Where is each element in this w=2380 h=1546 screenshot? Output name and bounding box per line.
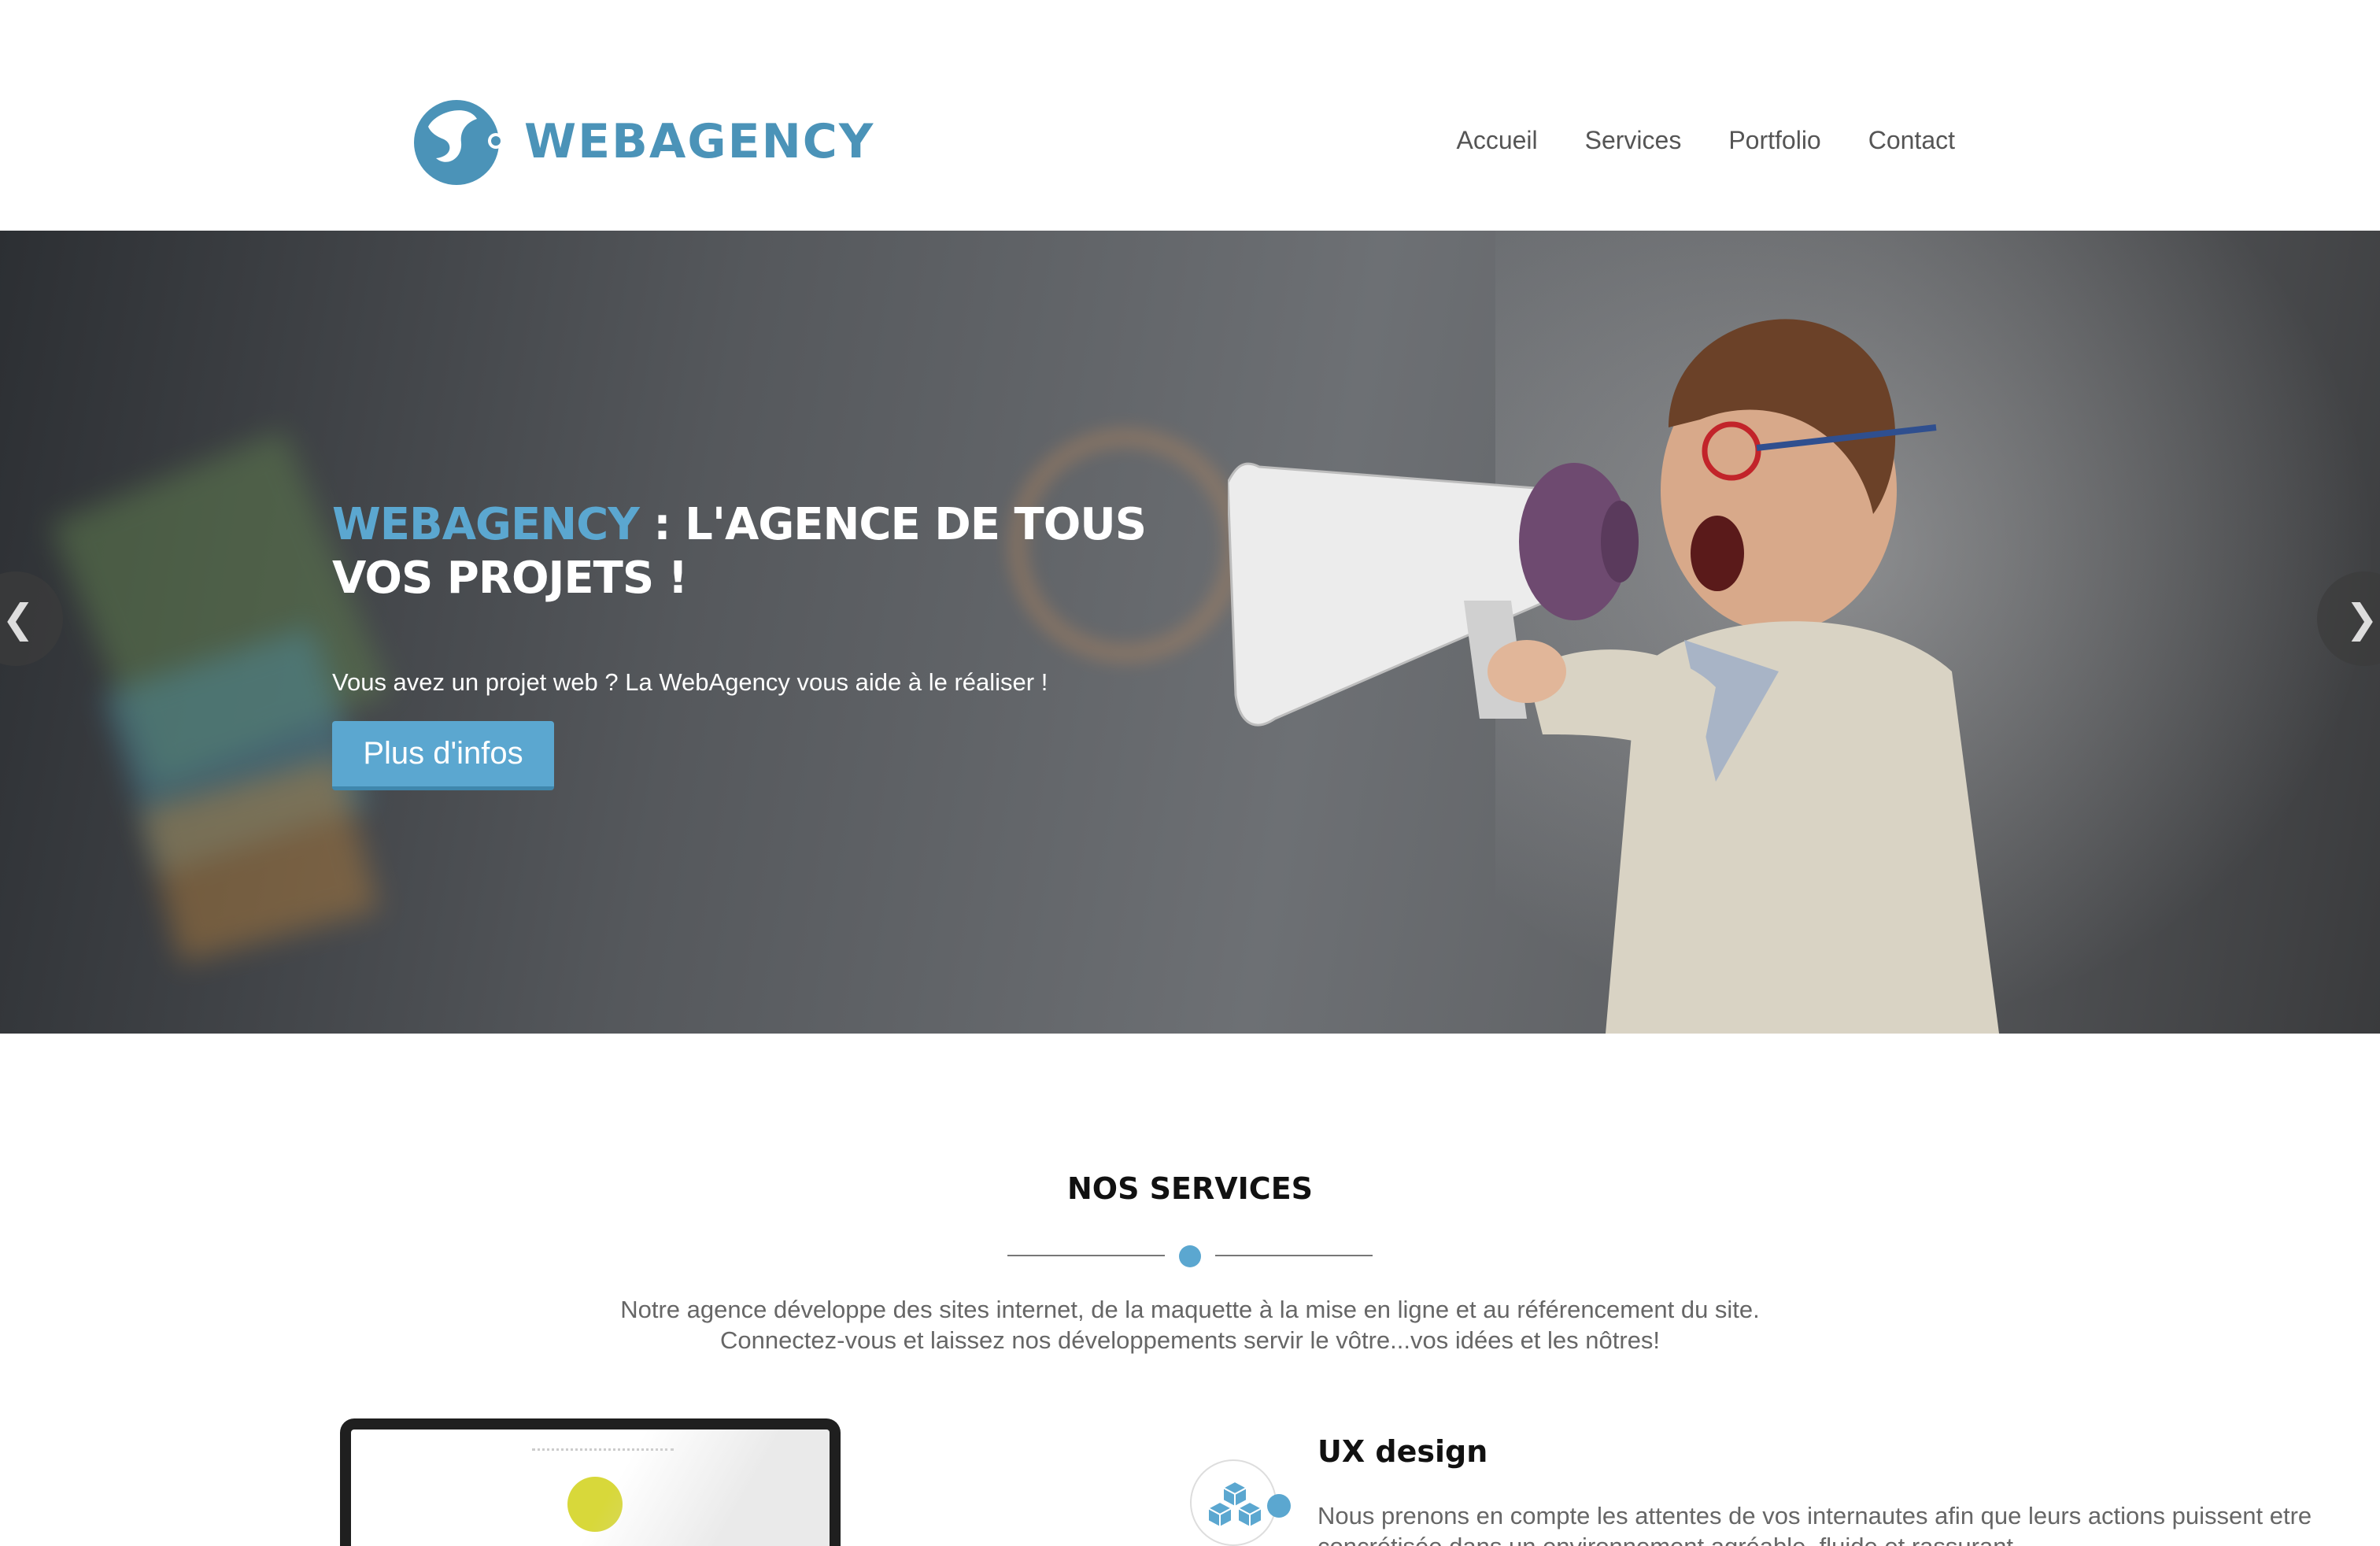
hero-slider: WEBAGENCY : L'AGENCE DE TOUS VOS PROJETS… <box>0 231 2380 1034</box>
nav-services[interactable]: Services <box>1585 126 1682 155</box>
nav-portfolio[interactable]: Portfolio <box>1728 126 1820 155</box>
slider-prev-button[interactable]: ❮ <box>0 571 63 666</box>
ux-design-text: Nous prenons en compte les attentes de v… <box>1318 1502 2312 1546</box>
chevron-right-icon: ❯ <box>2345 597 2378 641</box>
services-desc-line: Notre agence développe des sites interne… <box>620 1296 1760 1323</box>
megaphone-kid-illustration <box>1228 319 1999 1034</box>
services-desc-line: Connectez-vous et laissez nos développem… <box>719 1326 1661 1354</box>
laptop-mockup-image <box>340 1418 841 1546</box>
services-title: NOS SERVICES <box>1066 1171 1314 1206</box>
hero-subtitle: Vous avez un projet web ? La WebAgency v… <box>332 668 1048 696</box>
logo[interactable]: WEBAGENCY <box>412 94 874 189</box>
services-description: Notre agence développe des sites interne… <box>0 1294 2380 1356</box>
hero-title: WEBAGENCY : L'AGENCE DE TOUS VOS PROJETS… <box>332 498 1198 605</box>
logo-mark-icon <box>412 95 505 188</box>
main-nav: Accueil Services Portfolio Contact <box>1456 126 1955 155</box>
laptop-screen-reflection <box>578 1429 830 1546</box>
divider-dot <box>1179 1245 1201 1267</box>
more-info-button[interactable]: Plus d'infos <box>332 721 554 790</box>
ux-cubes-icon <box>1190 1459 1277 1546</box>
chevron-left-icon: ❮ <box>2 597 35 641</box>
divider-line <box>1007 1255 1165 1256</box>
section-divider <box>1007 1244 1373 1267</box>
nav-contact[interactable]: Contact <box>1868 126 1955 155</box>
logo-text: WEBAGENCY <box>524 114 875 169</box>
ux-icon-dot <box>1267 1494 1291 1518</box>
site-header: WEBAGENCY Accueil Services Portfolio Con… <box>0 0 2380 231</box>
divider-line <box>1215 1255 1373 1256</box>
nav-accueil[interactable]: Accueil <box>1456 126 1537 155</box>
ux-design-title: UX design <box>1318 1434 1488 1469</box>
hero-title-accent: WEBAGENCY <box>332 499 640 550</box>
